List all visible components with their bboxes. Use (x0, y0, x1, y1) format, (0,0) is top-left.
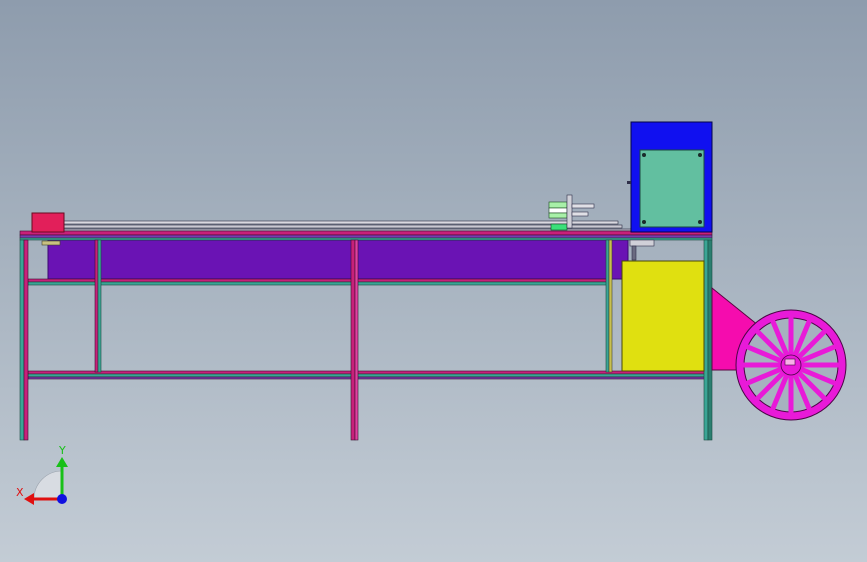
control-box (627, 121, 713, 233)
top-frame-beam (19, 230, 713, 241)
middle-frame-beam (27, 278, 609, 286)
motor-block (621, 260, 705, 372)
triad-y-label: Y (58, 444, 66, 457)
cad-viewport[interactable]: X Y (0, 0, 867, 562)
drive-wheel (735, 309, 847, 421)
top-guide-rails (61, 220, 633, 232)
conveyor-tank (47, 239, 629, 280)
red-box-bracket (41, 240, 61, 246)
z-axis-dot (57, 494, 67, 504)
machine-drawing: X Y (16, 121, 847, 505)
triad-x-label: X (16, 486, 24, 499)
red-end-box (31, 212, 65, 233)
control-box-stem (631, 245, 637, 261)
triad-quarter-disc (33, 470, 63, 500)
coordinate-triad: X Y (16, 444, 68, 505)
control-box-bracket (629, 239, 655, 247)
